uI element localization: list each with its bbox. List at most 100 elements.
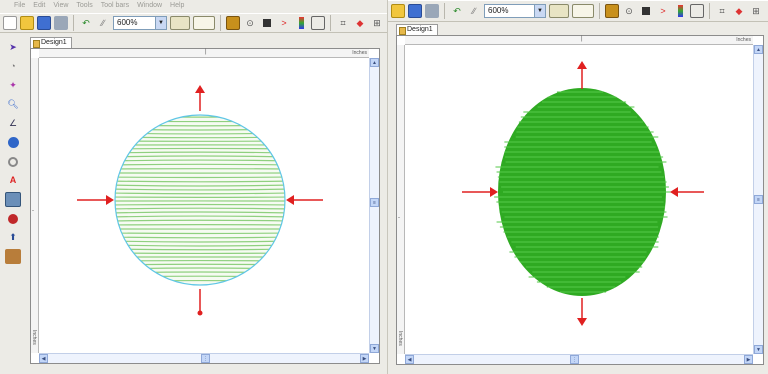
ruler-unit-label: Inches: [736, 37, 751, 43]
fit-icon[interactable]: ⊞: [749, 4, 763, 18]
horizontal-scrollbar[interactable]: ◀ ⋮ ▶: [405, 354, 753, 364]
play-icon[interactable]: >: [656, 4, 670, 18]
menu-view[interactable]: View: [53, 2, 68, 12]
scroll-thumb[interactable]: ≡: [370, 198, 379, 207]
fit-icon[interactable]: ⊞: [370, 16, 384, 30]
arrow-head-left: [490, 187, 498, 197]
menu-help[interactable]: Help: [170, 2, 184, 12]
new-icon[interactable]: [3, 16, 17, 30]
pin-icon[interactable]: ⊙: [243, 16, 257, 30]
scroll-left-icon[interactable]: ◀: [39, 354, 48, 363]
menu-tool-bars[interactable]: Tool bars: [101, 2, 129, 12]
zoom-dropdown[interactable]: 600% ▼: [113, 16, 167, 30]
design-document-window: | Inches - Inches ▲ ≡ ▼ ◀ ⋮ ▶: [30, 48, 380, 364]
document-tab[interactable]: Design1: [30, 37, 72, 48]
stitch-lines: [494, 91, 671, 293]
menu-window[interactable]: Window: [137, 2, 162, 12]
top-ruler: | Inches: [39, 49, 369, 58]
toolbar-separator: [73, 15, 74, 31]
design-view-icon[interactable]: [549, 4, 569, 18]
save-icon[interactable]: [408, 4, 422, 18]
open-icon[interactable]: [20, 16, 34, 30]
pin-icon[interactable]: ⊙: [622, 4, 636, 18]
menu-file[interactable]: File: [14, 2, 25, 12]
stitch-line: [115, 136, 285, 139]
scroll-thumb[interactable]: ⋮: [570, 355, 579, 364]
stop-icon[interactable]: [260, 16, 274, 30]
zoom-dropdown[interactable]: 600% ▼: [484, 4, 546, 18]
scroll-down-icon[interactable]: ▼: [370, 344, 379, 353]
zoom-tool-icon[interactable]: 🔍︎: [5, 97, 21, 112]
stitch-list-icon[interactable]: [193, 16, 215, 30]
left-ruler: - Inches: [397, 45, 405, 354]
save-icon[interactable]: [37, 16, 51, 30]
document-tab[interactable]: Design1: [396, 24, 438, 35]
color-palette-icon[interactable]: ◆: [353, 16, 367, 30]
image-icon[interactable]: [5, 192, 21, 207]
color-palette-icon[interactable]: ◆: [732, 4, 746, 18]
menu-bar: File Edit View Tools Tool bars Window He…: [0, 0, 387, 12]
zoom-value: 600%: [488, 6, 509, 15]
chevron-down-icon[interactable]: ▼: [155, 17, 166, 29]
grid-icon[interactable]: ⌗: [715, 4, 729, 18]
menu-tools[interactable]: Tools: [76, 2, 92, 12]
arrow-head-right: [286, 195, 294, 205]
chevron-down-icon[interactable]: ▼: [534, 5, 545, 17]
scroll-up-icon[interactable]: ▲: [754, 45, 763, 54]
hoop-icon[interactable]: [690, 4, 704, 18]
redo-icon[interactable]: ∕∕: [96, 16, 110, 30]
menu-edit[interactable]: Edit: [33, 2, 45, 12]
play-icon[interactable]: >: [277, 16, 291, 30]
undo-icon[interactable]: ↶: [79, 16, 93, 30]
document-tab-label: Design1: [41, 39, 67, 46]
hoop-icon[interactable]: [311, 16, 325, 30]
scroll-thumb[interactable]: ≡: [754, 195, 763, 204]
redo-icon[interactable]: ∕∕: [467, 4, 481, 18]
fill-icon[interactable]: ✦: [5, 78, 21, 93]
vertical-scrollbar[interactable]: ▲ ≡ ▼: [753, 45, 763, 354]
color-bar-icon[interactable]: [294, 16, 308, 30]
vertical-scrollbar[interactable]: ▲ ≡ ▼: [369, 58, 379, 353]
design-canvas[interactable]: [406, 46, 752, 353]
thread-spool-icon[interactable]: [226, 16, 240, 30]
toolbar-separator: [444, 3, 445, 19]
scroll-up-icon[interactable]: ▲: [370, 58, 379, 67]
paint-icon[interactable]: [5, 211, 21, 226]
circle-icon[interactable]: [5, 135, 21, 150]
scroll-thumb[interactable]: ⋮: [201, 354, 210, 363]
shapes-icon[interactable]: ◔: [5, 59, 21, 74]
toolbar-separator: [709, 3, 710, 19]
circle-fill-area: [115, 115, 285, 285]
main-toolbar: ↶ ∕∕ 600% ▼ ⊙ > ⌗ ◆ ⊞: [388, 0, 768, 22]
wrench-icon[interactable]: [5, 249, 21, 264]
horizontal-scrollbar[interactable]: ◀ ⋮ ▶: [39, 353, 369, 363]
punch-icon[interactable]: ⬆: [5, 230, 21, 245]
open-icon[interactable]: [391, 4, 405, 18]
line-icon[interactable]: ∠: [5, 116, 21, 131]
embroidery-design-right: [462, 61, 704, 326]
scroll-right-icon[interactable]: ▶: [744, 355, 753, 364]
print-icon[interactable]: [54, 16, 68, 30]
toolbar-separator: [599, 3, 600, 19]
scroll-right-icon[interactable]: ▶: [360, 354, 369, 363]
undo-icon[interactable]: ↶: [450, 4, 464, 18]
design-canvas[interactable]: [40, 59, 368, 352]
pointer-icon[interactable]: ➤: [5, 40, 21, 55]
ellipse-icon[interactable]: [5, 154, 21, 169]
arrow-head-left: [106, 195, 114, 205]
grid-icon[interactable]: ⌗: [336, 16, 350, 30]
stop-icon[interactable]: [639, 4, 653, 18]
color-bar-icon[interactable]: [673, 4, 687, 18]
thread-spool-icon[interactable]: [605, 4, 619, 18]
text-icon[interactable]: A: [5, 173, 21, 188]
toolbar-separator: [330, 15, 331, 31]
left-tool-palette: ➤ ◔ ✦ 🔍︎ ∠ A ⬆: [0, 36, 26, 336]
scroll-down-icon[interactable]: ▼: [754, 345, 763, 354]
stitch-list-icon[interactable]: [572, 4, 594, 18]
print-icon[interactable]: [425, 4, 439, 18]
design-view-icon[interactable]: [170, 16, 190, 30]
main-toolbar: ↶ ∕∕ 600% ▼ ⊙ > ⌗ ◆ ⊞: [0, 13, 387, 33]
arrow-dot-down: [197, 310, 203, 316]
scroll-left-icon[interactable]: ◀: [405, 355, 414, 364]
zoom-value: 600%: [117, 18, 138, 27]
